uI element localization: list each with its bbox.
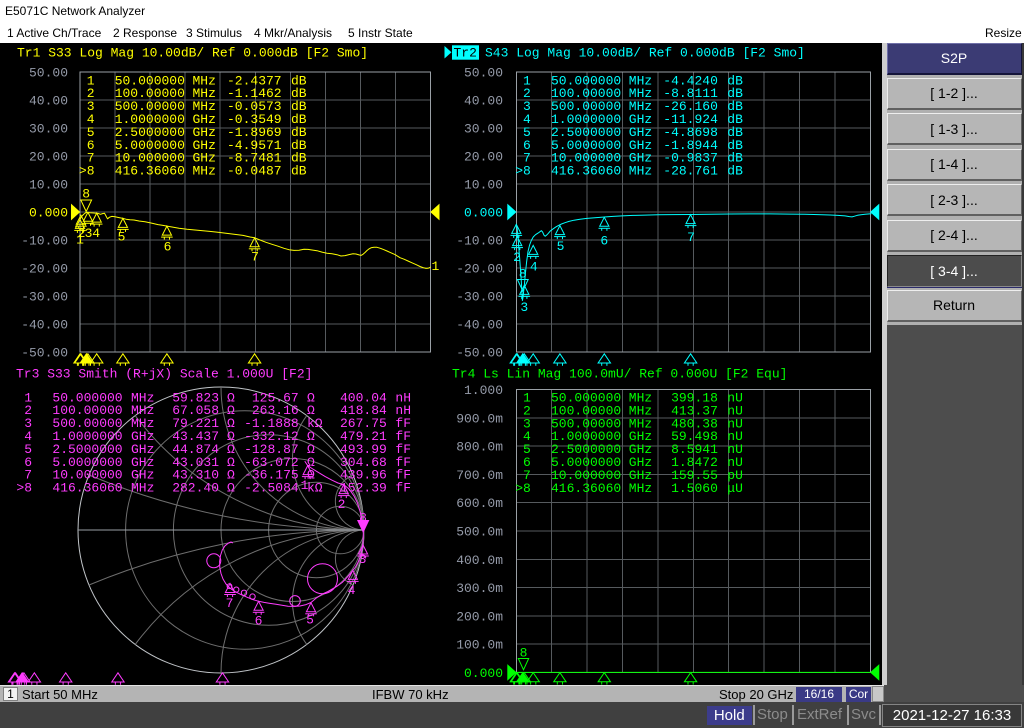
svg-text:-20.00: -20.00 [21,262,68,277]
svg-text:μU: μU [727,481,743,496]
svg-text:50.00: 50.00 [29,66,68,81]
svg-text:dB: dB [727,164,743,179]
svg-text:5: 5 [118,230,126,245]
svg-text:-10.00: -10.00 [456,234,503,249]
svg-text:416.36060: 416.36060 [52,481,122,496]
svg-text:>8: >8 [515,164,531,179]
svg-text:100.0m: 100.0m [456,638,503,653]
svg-text:>8: >8 [515,481,531,496]
svg-text:0.000: 0.000 [464,666,503,681]
svg-text:40.00: 40.00 [29,94,68,109]
svg-text:282.40: 282.40 [172,481,219,496]
svg-text:10.00: 10.00 [29,178,68,193]
svg-text:4: 4 [348,583,356,598]
svg-text:kΩ: kΩ [307,481,323,496]
svg-text:7: 7 [251,250,259,265]
svg-text:-30.00: -30.00 [21,290,68,305]
svg-text:>8: >8 [16,481,32,496]
svg-text:416.36060: 416.36060 [551,481,621,496]
svg-text:0.000: 0.000 [29,206,68,221]
svg-text:4: 4 [530,259,538,274]
svg-text:1.000: 1.000 [464,383,503,398]
svg-text:500.0m: 500.0m [456,525,503,540]
svg-text:5: 5 [557,239,565,254]
svg-text:30.00: 30.00 [29,122,68,137]
svg-text:30.00: 30.00 [464,122,503,137]
svg-text:6: 6 [164,240,172,255]
svg-text:-20.00: -20.00 [456,262,503,277]
svg-text:6: 6 [600,234,608,249]
svg-text:40.00: 40.00 [464,94,503,109]
svg-text:-50.00: -50.00 [456,346,503,361]
svg-text:7: 7 [226,596,234,611]
svg-text:300.0m: 300.0m [456,581,503,596]
svg-text:-10.00: -10.00 [21,234,68,249]
svg-text:-28.761: -28.761 [663,164,718,179]
svg-text:1: 1 [432,259,440,274]
svg-text:20.00: 20.00 [29,150,68,165]
svg-text:4: 4 [92,226,100,241]
svg-text:-40.00: -40.00 [456,318,503,333]
svg-text:7: 7 [687,230,695,245]
svg-text:3: 3 [359,552,367,567]
svg-text:2: 2 [513,250,521,265]
svg-text:dB: dB [291,164,307,179]
svg-text:-0.0487: -0.0487 [227,164,282,179]
svg-text:20.00: 20.00 [464,150,503,165]
svg-text:>8: >8 [79,164,95,179]
svg-text:Tr3 S33 Smith (R+jX) Scale 1.0: Tr3 S33 Smith (R+jX) Scale 1.000U [F2] [16,367,312,382]
svg-text:MHz: MHz [629,164,652,179]
svg-text:5: 5 [306,613,314,628]
svg-text:0.000: 0.000 [464,206,503,221]
svg-text:MHz: MHz [193,164,216,179]
svg-text:800.0m: 800.0m [456,440,503,455]
svg-text:S43 Log Mag 10.00dB/ Ref 0.000: S43 Log Mag 10.00dB/ Ref 0.000dB [F2 Smo… [485,46,805,61]
svg-text:Ω: Ω [227,481,235,496]
svg-text:10.00: 10.00 [464,178,503,193]
svg-text:fF: fF [395,481,411,496]
svg-text:Tr4 Ls Lin Mag 100.0mU/ Ref 0.: Tr4 Ls Lin Mag 100.0mU/ Ref 0.000U [F2 E… [452,367,787,382]
svg-text:3: 3 [520,300,528,315]
svg-text:-40.00: -40.00 [21,318,68,333]
svg-text:MHz: MHz [131,481,154,496]
svg-text:50.00: 50.00 [464,66,503,81]
svg-text:1: 1 [301,478,309,493]
svg-text:700.0m: 700.0m [456,468,503,483]
svg-text:6: 6 [255,614,263,629]
svg-text:200.0m: 200.0m [456,609,503,624]
svg-text:600.0m: 600.0m [456,496,503,511]
svg-text:MHz: MHz [629,481,652,496]
svg-text:Tr2: Tr2 [454,46,477,61]
svg-text:2: 2 [338,497,346,512]
svg-text:1.5060: 1.5060 [671,481,718,496]
svg-text:-30.00: -30.00 [456,290,503,305]
svg-text:Tr1 S33 Log Mag 10.00dB/ Ref 0: Tr1 S33 Log Mag 10.00dB/ Ref 0.000dB [F2… [17,46,368,61]
svg-text:400.0m: 400.0m [456,553,503,568]
svg-text:900.0m: 900.0m [456,411,503,426]
svg-text:-2.5084: -2.5084 [244,481,299,496]
svg-text:416.36060: 416.36060 [115,164,185,179]
svg-text:-50.00: -50.00 [21,346,68,361]
svg-text:3: 3 [85,226,93,241]
svg-text:416.36060: 416.36060 [551,164,621,179]
svg-text:8: 8 [82,187,90,202]
